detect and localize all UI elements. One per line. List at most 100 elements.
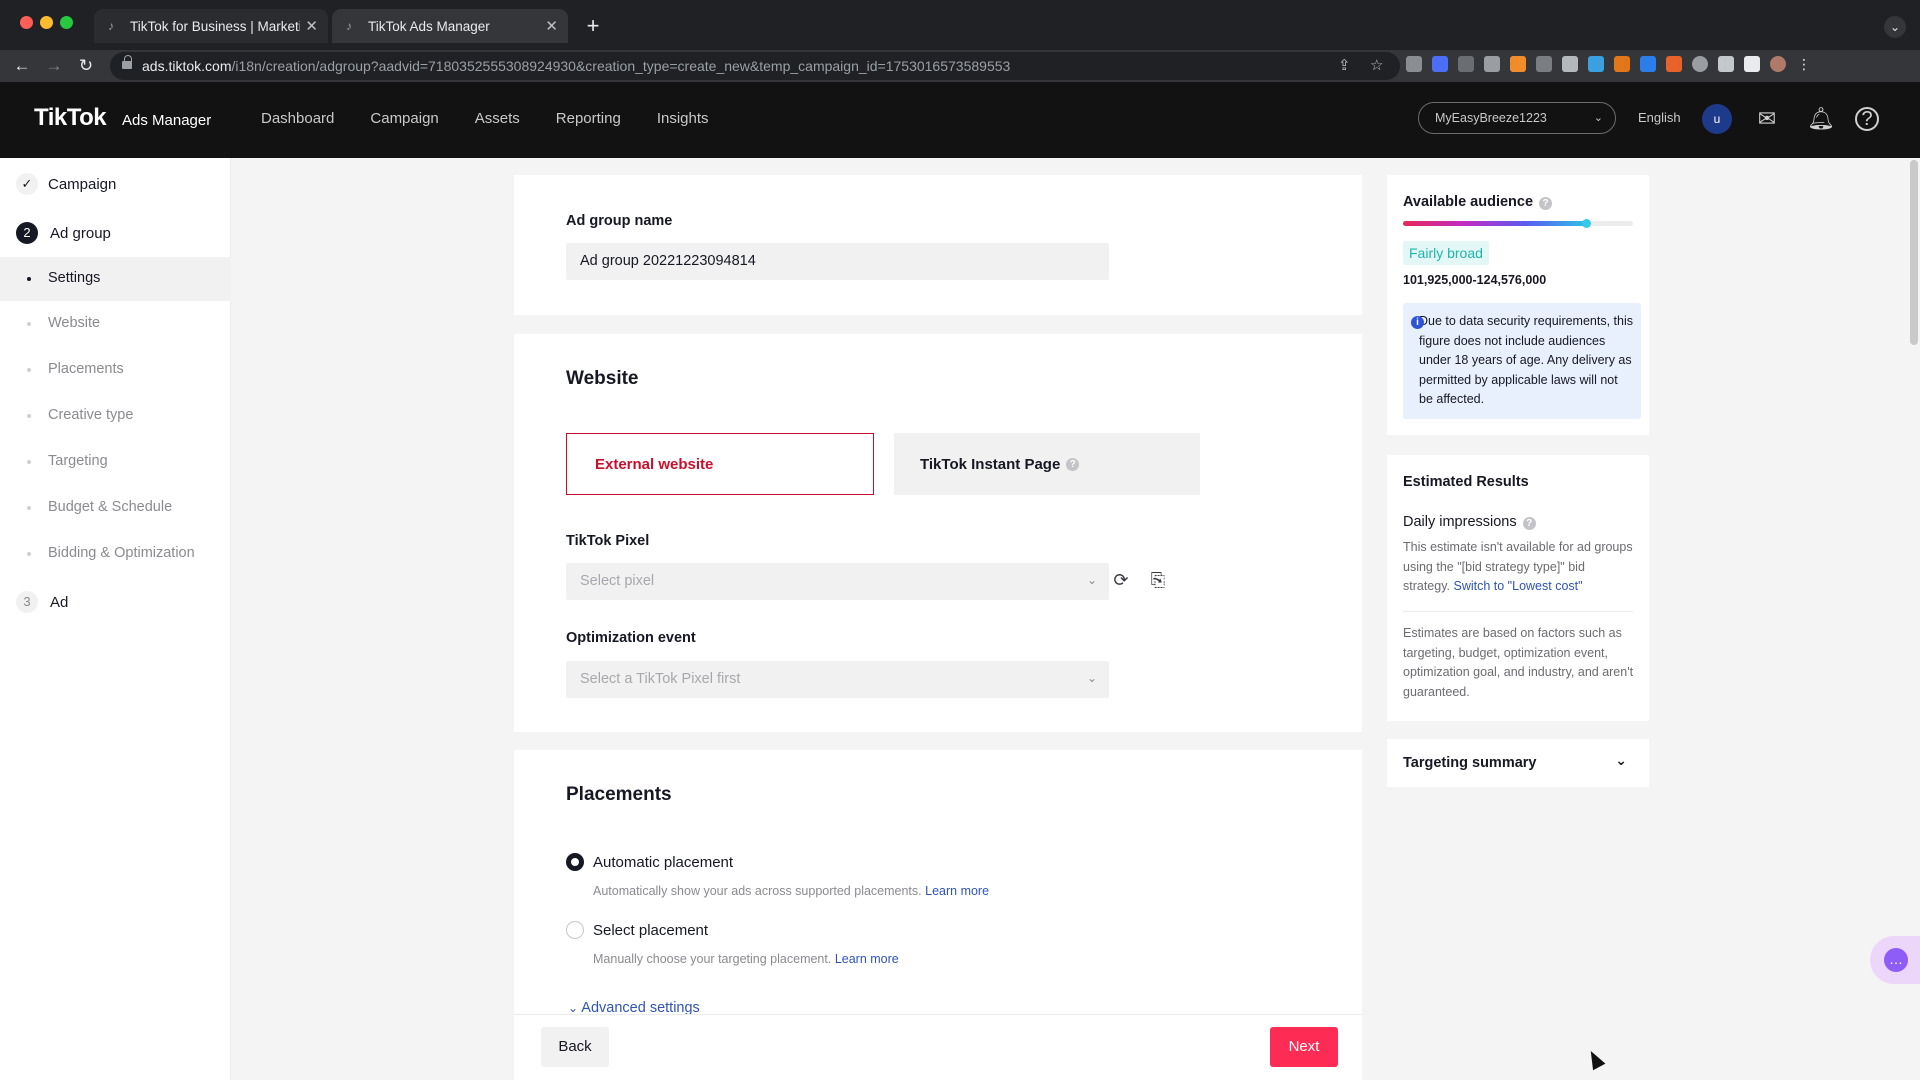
help-icon[interactable]: ?: [1855, 107, 1879, 131]
language-selector[interactable]: English: [1638, 110, 1681, 125]
tiktok-logo[interactable]: TikTok: [34, 104, 107, 132]
audience-breadth-tag: Fairly broad: [1403, 241, 1489, 265]
step-campaign[interactable]: ✓ Campaign: [0, 161, 231, 207]
forward-arrow-icon[interactable]: →: [42, 54, 66, 78]
bookmark-star-icon[interactable]: ☆: [1370, 56, 1383, 74]
close-tab-icon[interactable]: ✕: [305, 17, 318, 35]
sidebar-item-targeting[interactable]: Targeting: [0, 440, 231, 484]
back-arrow-icon[interactable]: ←: [10, 54, 34, 78]
side-panel-icon[interactable]: [1744, 56, 1760, 72]
step-ad[interactable]: 3 Ad: [0, 579, 231, 625]
sidebar-item-label: Creative type: [48, 407, 134, 423]
minimize-window-button[interactable]: [40, 16, 53, 29]
double-chevron-down-icon[interactable]: ⌄: [1615, 752, 1627, 769]
share-icon[interactable]: ⇪: [1338, 56, 1351, 74]
sidebar-item-label: Budget & Schedule: [48, 499, 173, 515]
extension-icon[interactable]: [1432, 56, 1448, 72]
step-label: Ad: [50, 593, 69, 611]
extension-icon[interactable]: [1536, 56, 1552, 72]
chevron-down-icon: ⌄: [1086, 573, 1097, 587]
extension-icon[interactable]: [1562, 56, 1578, 72]
select-placement-radio[interactable]: [566, 921, 584, 939]
refresh-icon[interactable]: ⟳: [1110, 569, 1132, 591]
select-placement-description: Manually choose your targeting placement…: [593, 952, 899, 966]
help-tooltip-icon[interactable]: ?: [1522, 517, 1536, 530]
close-window-button[interactable]: [20, 16, 33, 29]
user-avatar[interactable]: u: [1702, 104, 1732, 134]
browser-menu-icon[interactable]: ⋮: [1796, 56, 1812, 72]
address-bar[interactable]: ads.tiktok.com/i18n/creation/adgroup?aad…: [110, 52, 1400, 80]
targeting-summary-card[interactable]: Targeting summary ⌄: [1387, 739, 1649, 787]
page-scrollbar-thumb[interactable]: [1910, 160, 1918, 345]
sidebar-item-bidding-optimization[interactable]: Bidding & Optimization: [0, 532, 231, 576]
learn-more-link[interactable]: Learn more: [835, 952, 899, 966]
extension-icon[interactable]: [1588, 56, 1604, 72]
chat-support-button[interactable]: …: [1870, 936, 1920, 984]
logo-subtitle: Ads Manager: [122, 112, 212, 129]
nav-dashboard[interactable]: Dashboard: [261, 110, 334, 127]
extension-icon[interactable]: [1666, 56, 1682, 72]
browser-tab-ads-manager[interactable]: ♪ TikTok Ads Manager ✕: [332, 9, 568, 43]
ad-group-name-input[interactable]: Ad group 20221223094814: [566, 243, 1109, 280]
automatic-placement-description: Automatically show your ads across suppo…: [593, 884, 990, 898]
bullet-icon: [27, 506, 31, 510]
browser-tab-tiktok-business[interactable]: ♪ TikTok for Business | Marketing ✕: [94, 9, 328, 43]
add-document-icon[interactable]: ⎘: [1147, 569, 1169, 591]
sidebar-item-website[interactable]: Website: [0, 302, 231, 346]
targeting-summary-title: Targeting summary: [1403, 755, 1537, 771]
step-ad-group[interactable]: 2 Ad group: [0, 210, 231, 256]
nav-assets[interactable]: Assets: [475, 110, 520, 127]
browser-toolbar: ← → ↻ ads.tiktok.com/i18n/creation/adgro…: [0, 50, 1920, 82]
maximize-window-button[interactable]: [60, 16, 73, 29]
bullet-icon: [27, 322, 31, 326]
sidebar-item-budget-schedule[interactable]: Budget & Schedule: [0, 486, 231, 530]
inbox-icon[interactable]: ✉: [1752, 104, 1782, 134]
tab-search-icon[interactable]: ⌄: [1884, 16, 1906, 38]
sidebar-item-label: Settings: [48, 270, 101, 286]
tab-title: TikTok Ads Manager: [368, 18, 490, 34]
reload-icon[interactable]: ↻: [74, 54, 98, 78]
tiktok-pixel-select[interactable]: Select pixel ⌄: [566, 563, 1109, 600]
account-selector[interactable]: MyEasyBreeze1223 ⌄: [1418, 102, 1616, 134]
extension-icon[interactable]: [1692, 56, 1708, 72]
sidebar-item-placements[interactable]: Placements: [0, 348, 231, 392]
puzzle-extensions-icon[interactable]: [1718, 56, 1734, 72]
step-number: 2: [16, 222, 38, 244]
select-placement-label[interactable]: Select placement: [593, 922, 708, 939]
next-button[interactable]: Next: [1270, 1027, 1338, 1067]
sidebar-item-label: Targeting: [48, 453, 108, 469]
ad-group-name-card: Ad group name Ad group 20221223094814: [514, 175, 1362, 315]
optimization-event-select[interactable]: Select a TikTok Pixel first ⌄: [566, 661, 1109, 698]
steps-sidebar: ✓ Campaign 2 Ad group Settings Website P…: [0, 158, 231, 1080]
help-tooltip-icon[interactable]: ?: [1066, 457, 1080, 471]
placements-section-title: Placements: [566, 784, 672, 805]
extension-icon[interactable]: [1510, 56, 1526, 72]
switch-to-lowest-cost-link[interactable]: Switch to "Lowest cost": [1454, 579, 1583, 593]
nav-campaign[interactable]: Campaign: [370, 110, 438, 127]
automatic-placement-radio[interactable]: [566, 853, 584, 871]
learn-more-link[interactable]: Learn more: [925, 884, 989, 898]
help-tooltip-icon[interactable]: ?: [1539, 197, 1553, 210]
close-tab-icon[interactable]: ✕: [545, 17, 558, 35]
back-button[interactable]: Back: [541, 1027, 609, 1067]
nav-insights[interactable]: Insights: [657, 110, 709, 127]
nav-reporting[interactable]: Reporting: [556, 110, 621, 127]
sidebar-item-label: Bidding & Optimization: [48, 545, 195, 561]
extension-icon[interactable]: [1614, 56, 1630, 72]
external-website-option[interactable]: External website: [566, 433, 874, 495]
sidebar-item-creative-type[interactable]: Creative type: [0, 394, 231, 438]
browser-tab-bar: ♪ TikTok for Business | Marketing ✕ ♪ Ti…: [0, 0, 1920, 50]
extension-icon[interactable]: [1458, 56, 1474, 72]
bell-icon[interactable]: 🔔︎: [1806, 104, 1836, 134]
automatic-placement-label[interactable]: Automatic placement: [593, 854, 733, 871]
option-label: External website: [595, 455, 714, 473]
profile-avatar-icon[interactable]: [1770, 56, 1786, 72]
new-tab-button[interactable]: +: [580, 14, 606, 40]
tiktok-favicon-icon: ♪: [108, 19, 114, 33]
extension-icon[interactable]: [1406, 56, 1422, 72]
sidebar-item-settings[interactable]: Settings: [0, 257, 231, 301]
extension-icon[interactable]: [1640, 56, 1656, 72]
daily-impressions-note: This estimate isn't available for ad gro…: [1403, 540, 1633, 593]
extension-icon[interactable]: [1484, 56, 1500, 72]
tiktok-instant-page-option[interactable]: TikTok Instant Page ?: [894, 433, 1200, 495]
